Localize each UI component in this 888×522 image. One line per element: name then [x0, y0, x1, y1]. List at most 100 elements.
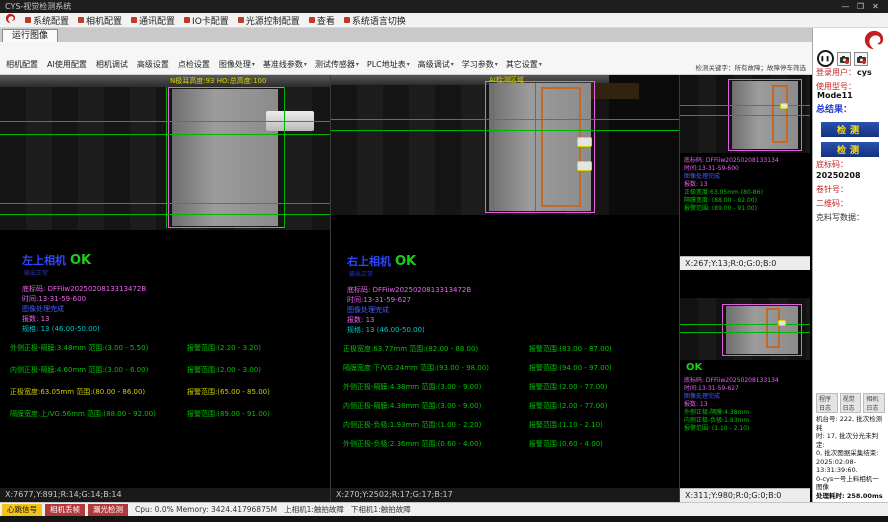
menu-bar: 系统配置 相机配置 通讯配置 IO卡配置 光源控制配置 查看 系统语言切换: [0, 13, 888, 28]
toolbar-other-settings[interactable]: 其它设置▾: [506, 59, 542, 70]
minimize-icon[interactable]: —: [838, 2, 853, 11]
measurement-value: 内侧正极-隔膜:4.38mm 范围:(3.00 - 9.00): [343, 401, 529, 411]
menu-label: 相机配置: [86, 14, 122, 27]
camera-lost-badge: 相机丢帧: [45, 504, 85, 516]
time-line: 时间:13-31-59-627: [347, 295, 679, 305]
snapshot-button-1[interactable]: [837, 52, 851, 66]
guide-line: [331, 130, 679, 131]
alarm-range: 报警范围:(2.00 - 77.00): [529, 401, 607, 411]
ai-roi-outline: [772, 85, 788, 143]
count-line: 报数: 13: [22, 314, 330, 324]
left-stack: 运行图像 相机配置 AI使用配置 相机调试 高级设置 点检设置 图像处理▾ 基准…: [0, 28, 812, 502]
toolbar-spot-check[interactable]: 点检设置: [178, 59, 211, 70]
chevron-down-icon: ▾: [356, 61, 359, 68]
process-line: 图像处理完成: [22, 304, 330, 314]
menu-label: 系统配置: [33, 14, 69, 27]
toolbar-label: AI使用配置: [47, 59, 87, 70]
needle-label: 卷针号：: [816, 185, 848, 194]
toolbar-baseline-params[interactable]: 基准线参数▾: [263, 59, 307, 70]
log-tab-camera[interactable]: 相机日志: [863, 393, 885, 413]
count-line: 报数: 13: [684, 181, 806, 189]
toolbar-test-sensor[interactable]: 测试传感器▾: [315, 59, 359, 70]
toolbar-image-process[interactable]: 图像处理▾: [219, 59, 255, 70]
right-sidebar: ❚❚ 登录用户：cys 使用型号：Mode11 总结果： 检测 检测 底标码：2…: [812, 28, 888, 502]
menu-label: 查看: [317, 14, 335, 27]
pause-button[interactable]: ❚❚: [817, 50, 834, 67]
measurement-row: 外侧正极-负极:2.36mm 范围:(0.60 - 4.00)报警范围:(0.6…: [343, 439, 675, 449]
count-line: 报数: 13: [684, 401, 806, 409]
defect-mark: [577, 137, 592, 147]
menu-item-light-config[interactable]: 光源控制配置: [238, 14, 300, 27]
toolbar-label: PLC地址表: [367, 59, 406, 70]
camera-image-left[interactable]: N极耳高度:93 HO:总高度:100: [0, 75, 330, 230]
camera-image-small-2[interactable]: [680, 298, 810, 360]
menu-item-io-config[interactable]: IO卡配置: [184, 14, 229, 27]
toolbar-camera-config[interactable]: 相机配置: [6, 59, 39, 70]
window-title: CYS-视觉检测系统: [5, 1, 838, 12]
overlay-note: AI检测区域: [489, 75, 524, 85]
measurement-value: 隔膜宽度:下/VG:24mm 范围:(93.00 - 98.00): [343, 363, 529, 373]
menu-icon: [78, 17, 84, 23]
close-icon[interactable]: ✕: [868, 2, 883, 11]
camera-image-right[interactable]: AI检测区域: [331, 75, 679, 215]
result-box-1: 检测: [821, 122, 879, 137]
menu-item-view[interactable]: 查看: [309, 14, 335, 27]
filter-note: 检测关键字：所有故障；故障停车筛选: [696, 62, 807, 72]
write-data-field: 克料写数据：: [816, 213, 885, 222]
bottom-strip: [0, 516, 888, 522]
measurement-value: 外侧正极-隔膜:3.48mm 范围:(3.00 - 5.50): [10, 343, 187, 353]
toolbar-learn-params[interactable]: 学习参数▾: [462, 59, 498, 70]
measurement-value: 正极宽度:63.77mm 范围:(82.00 - 88.00): [343, 344, 529, 354]
camera-result-subtitle: 输出正常: [24, 268, 330, 277]
qr-label: 二维码：: [816, 199, 848, 208]
cell-region: [172, 89, 278, 226]
log-tab-program[interactable]: 程序日志: [816, 393, 838, 413]
total-result-field: 总结果：: [816, 105, 885, 115]
sidebar-top: ❚❚: [816, 30, 885, 68]
defect-mark: [577, 161, 592, 171]
stats-line: 时: 17, 批次分光未判定:: [816, 432, 885, 449]
toolbar-ai-config[interactable]: AI使用配置: [47, 59, 88, 70]
menu-icon: [25, 17, 31, 23]
time-line: 时间:13-31-59-600: [684, 165, 806, 173]
mid-row: 运行图像 相机配置 AI使用配置 相机调试 高级设置 点检设置 图像处理▾ 基准…: [0, 28, 888, 502]
menu-icon: [131, 17, 137, 23]
toolbar-label: 基准线参数: [263, 59, 303, 70]
toolbar-advanced-debug[interactable]: 高级调试▾: [418, 59, 454, 70]
alarm-range: 报警范围:(83.00 - 87.00): [529, 344, 612, 354]
maximize-icon[interactable]: ❐: [853, 2, 868, 11]
camera-result-status: OK: [395, 254, 416, 269]
menu-item-comm-config[interactable]: 通讯配置: [131, 14, 175, 27]
menu-label: 系统语言切换: [352, 14, 406, 27]
menu-item-camera-config[interactable]: 相机配置: [78, 14, 122, 27]
pixel-coords-right: X:270;Y:2502;R:17;G:17;B:17: [331, 488, 679, 502]
snapshot-button-2[interactable]: [854, 52, 868, 66]
lower-camera-alarm: 下相机1:触拍故障: [351, 504, 411, 515]
pixel-coords-small-1: X:267;Y:13;R:0;G:0;B:0: [680, 256, 810, 270]
record-dot-icon: [862, 60, 866, 64]
stats-line: 2025:02:08-13:31:39:60.: [816, 458, 885, 475]
measurement-row: 外侧正极-隔膜:4.38mm 范围:(3.00 - 9.00)报警范围:(2.0…: [343, 382, 675, 392]
toolbar-advanced-settings[interactable]: 高级设置: [137, 59, 170, 70]
spec-line: 规格: 13 (46.00-50.00): [22, 324, 330, 334]
tab-run-image[interactable]: 运行图像: [2, 29, 58, 42]
camera-icon: [857, 51, 866, 66]
menu-item-language-switch[interactable]: 系统语言切换: [344, 14, 406, 27]
toolbar-label: 高级设置: [137, 59, 169, 70]
result-overlay-right: 右上相机 OK 输出正常 底标码: DFFiiw2025020813313472…: [331, 215, 679, 488]
toolbar-label: 测试传感器: [315, 59, 355, 70]
toolbar-camera-debug[interactable]: 相机调试: [96, 59, 129, 70]
chevron-down-icon: ▾: [495, 61, 498, 68]
toolbar-plc-address[interactable]: PLC地址表▾: [367, 59, 410, 70]
camera-panel-right: AI检测区域 右上相机 OK 输出正常 底标码: DFFiiw202502081…: [331, 75, 680, 502]
barcode-label: 底标码：: [816, 160, 848, 169]
menu-label: 光源控制配置: [246, 14, 300, 27]
toolbar-label: 点检设置: [178, 59, 210, 70]
overlay-note: N极耳高度:93 HO:总高度:100: [170, 76, 266, 86]
cpu-memory-status: Cpu: 0.0% Memory: 3424.41796875M: [135, 505, 277, 514]
menu-item-system-config[interactable]: 系统配置: [25, 14, 69, 27]
log-tab-vision[interactable]: 视觉日志: [840, 393, 862, 413]
guide-line: [0, 203, 330, 204]
camera-image-small-1[interactable]: [680, 75, 810, 153]
model-label: 使用型号：: [816, 82, 856, 91]
